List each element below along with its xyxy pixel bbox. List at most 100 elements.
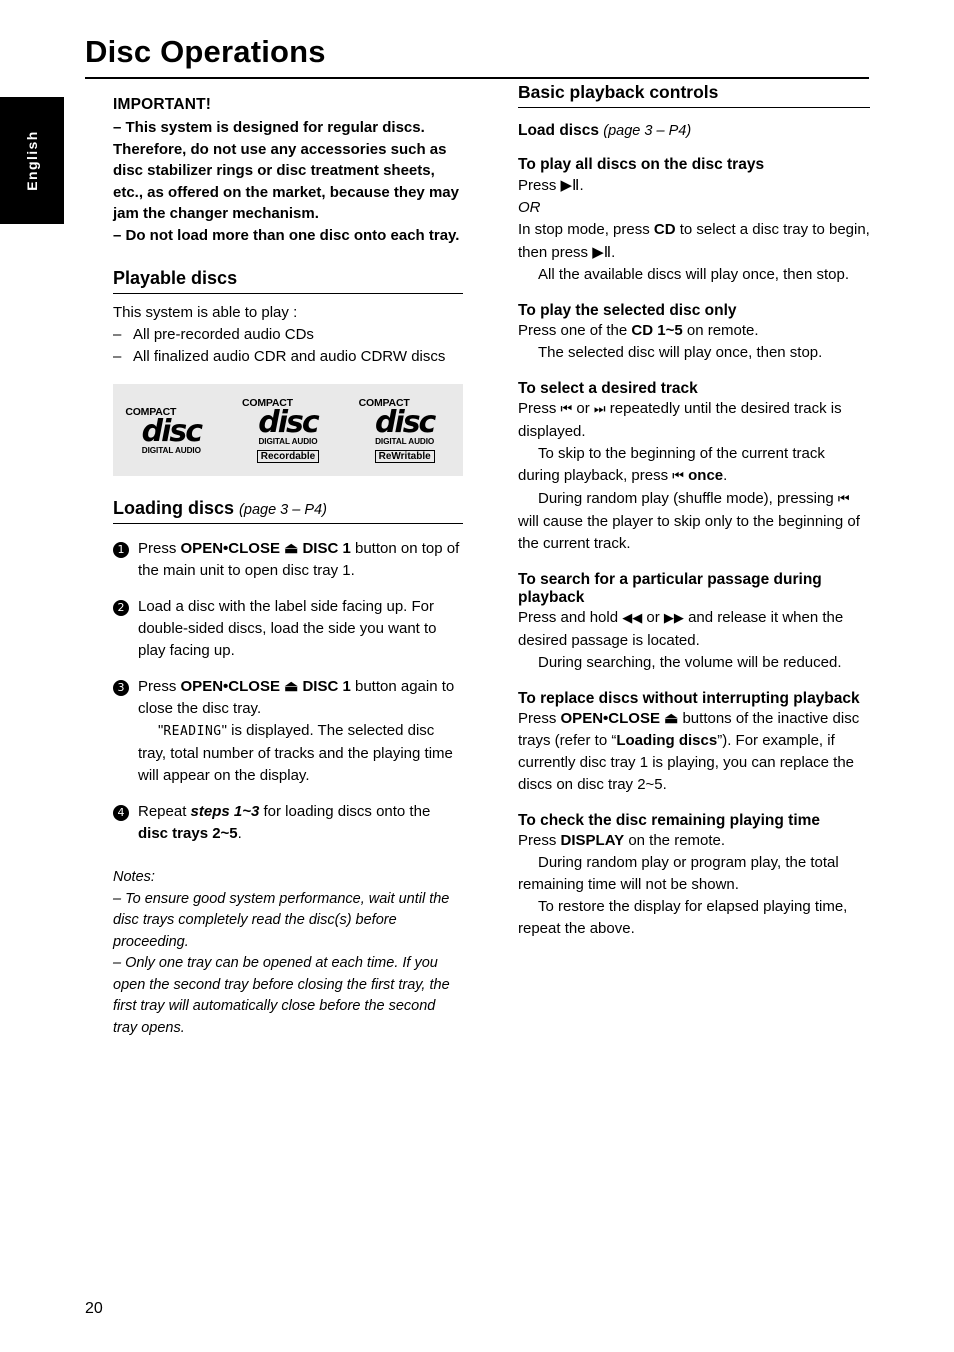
loading-discs-section: Loading discs (page 3 – P4) 1 Press OPEN… bbox=[113, 498, 463, 1039]
loading-step-4: 4 Repeat steps 1~3 for loading discs ont… bbox=[113, 801, 463, 845]
playable-discs-list: – All pre-recorded audio CDs – All finaliz… bbox=[113, 324, 463, 368]
step-text: Press OPEN•CLOSE ⏏ DISC 1 button on top … bbox=[138, 538, 463, 582]
basic-playback-heading: Basic playback controls bbox=[518, 82, 719, 102]
once-label: once bbox=[688, 467, 724, 484]
previous-track-icon: ⏮ bbox=[672, 469, 684, 484]
notes-block: Notes: – To ensure good system performan… bbox=[113, 867, 463, 1039]
loading-discs-reference: Loading discs bbox=[616, 732, 718, 749]
right-column: Basic playback controls Load discs (page… bbox=[518, 82, 870, 940]
important-heading: IMPORTANT! bbox=[113, 96, 212, 113]
remaining-pre: Press bbox=[518, 832, 561, 849]
step-reference-label: steps 1~3 bbox=[190, 803, 260, 820]
select-track-line-1: Press ⏮ or ⏭ repeatedly until the desire… bbox=[518, 398, 870, 443]
loading-step-2: 2 Load a disc with the label side facing… bbox=[113, 596, 463, 662]
play-selected-pre: Press one of the bbox=[518, 322, 632, 339]
play-pause-icon: ▶Ⅱ bbox=[560, 176, 580, 194]
play-selected-post: on remote. bbox=[682, 322, 759, 339]
step-number: 1 bbox=[113, 542, 129, 558]
loading-discs-page-ref: (page 3 – P4) bbox=[239, 502, 327, 518]
display-readout: READING bbox=[163, 724, 222, 739]
play-pause-icon: ▶Ⅱ bbox=[592, 243, 612, 261]
remaining-time-heading: To check the disc remaining playing time bbox=[518, 812, 821, 829]
dash-marker: – bbox=[113, 348, 122, 365]
loading-discs-divider bbox=[113, 523, 463, 524]
search-heading: To search for a particular passage durin… bbox=[518, 571, 822, 606]
step-text-post: . bbox=[237, 825, 242, 842]
cd-logo-audio: COMPACT disc DIGITAL AUDIO bbox=[121, 406, 221, 455]
load-discs-page-ref: (page 3 – P4) bbox=[603, 123, 692, 139]
stop-mode-text: In stop mode, press bbox=[518, 221, 654, 238]
step-button-label: OPEN•CLOSE ⏏ DISC 1 bbox=[180, 540, 351, 557]
replace-line-1: Press OPEN•CLOSE ⏏ buttons of the inacti… bbox=[518, 708, 870, 796]
step-text-pre: Press bbox=[138, 540, 181, 557]
step-text: Load a disc with the label side facing u… bbox=[138, 598, 437, 659]
select-track-heading: To select a desired track bbox=[518, 380, 698, 397]
playable-discs-heading: Playable discs bbox=[113, 268, 238, 288]
playable-discs-intro: This system is able to play : bbox=[113, 304, 298, 321]
search-line-1: Press and hold ◀◀ or ▶▶ and release it w… bbox=[518, 607, 870, 652]
list-item: – All pre-recorded audio CDs bbox=[113, 324, 463, 346]
cd-logo-bottom-label: DIGITAL AUDIO bbox=[375, 436, 435, 446]
play-all-line-1: Press ▶Ⅱ. bbox=[518, 176, 584, 194]
replace-heading: To replace discs without interrupting pl… bbox=[518, 690, 860, 707]
play-selected-line-2: The selected disc will play once, then s… bbox=[538, 344, 823, 361]
page-title: Disc Operations bbox=[85, 34, 326, 69]
playable-discs-section: Playable discs This system is able to pl… bbox=[113, 268, 463, 476]
cd-logo-bottom-label: DIGITAL AUDIO bbox=[141, 445, 201, 455]
left-column: IMPORTANT! – This system is designed for… bbox=[113, 96, 463, 1039]
cd-logo-panel: COMPACT disc DIGITAL AUDIO COMPACT disc … bbox=[113, 384, 463, 476]
open-close-button-label: OPEN•CLOSE ⏏ bbox=[560, 710, 679, 727]
step-text: Press OPEN•CLOSE ⏏ DISC 1 button again t… bbox=[138, 676, 463, 787]
cd-logo-tag: Recordable bbox=[256, 449, 320, 463]
remaining-line-1: Press DISPLAY on the remote. bbox=[518, 830, 870, 852]
cd-disc-icon: disc bbox=[258, 404, 319, 440]
play-selected-line-1: Press one of the CD 1~5 on remote. bbox=[518, 320, 870, 342]
play-all-line-2: In stop mode, press CD to select a disc … bbox=[518, 219, 870, 264]
search-line-2: During searching, the volume will be red… bbox=[538, 654, 842, 671]
remaining-post: on the remote. bbox=[624, 832, 726, 849]
play-all-or: OR bbox=[518, 199, 541, 216]
note-2: – Only one tray can be opened at each ti… bbox=[113, 955, 450, 1036]
cd-logo-bottom-label: DIGITAL AUDIO bbox=[258, 436, 318, 446]
next-track-icon: ⏭ bbox=[593, 402, 606, 417]
cd-disc-icon: disc bbox=[141, 413, 203, 449]
fast-forward-icon: ▶▶ bbox=[663, 611, 684, 626]
replace-pre: Press bbox=[518, 710, 561, 727]
play-selected-heading: To play the selected disc only bbox=[518, 302, 737, 319]
title-divider bbox=[85, 77, 869, 79]
load-discs-label: Load discs bbox=[518, 122, 599, 139]
stop-mode-text-end: . bbox=[611, 244, 616, 261]
language-tab: English bbox=[0, 97, 64, 224]
playable-discs-divider bbox=[113, 293, 463, 294]
loading-step-1: 1 Press OPEN•CLOSE ⏏ DISC 1 button on to… bbox=[113, 538, 463, 582]
cd-logo-rewritable: COMPACT disc DIGITAL AUDIO ReWritable bbox=[355, 397, 455, 464]
important-section: IMPORTANT! – This system is designed for… bbox=[113, 96, 463, 246]
list-item-label: All pre-recorded audio CDs bbox=[133, 326, 314, 343]
notes-label: Notes: bbox=[113, 869, 155, 885]
remaining-line-2: During random play or program play, the … bbox=[518, 854, 839, 893]
dash-marker: – bbox=[113, 326, 122, 343]
basic-playback-divider bbox=[518, 107, 870, 108]
page-number: 20 bbox=[85, 1300, 103, 1317]
step-number: 4 bbox=[113, 805, 129, 821]
loading-discs-heading-text: Loading discs bbox=[113, 498, 235, 518]
cd-logo-recordable: COMPACT disc DIGITAL AUDIO Recordable bbox=[238, 397, 338, 464]
note-1: – To ensure good system performance, wai… bbox=[113, 890, 450, 950]
loading-discs-heading: Loading discs (page 3 – P4) bbox=[113, 498, 463, 519]
step-text-pre: Repeat bbox=[138, 803, 191, 820]
display-button-label: DISPLAY bbox=[560, 832, 625, 849]
select-track-mid: or bbox=[572, 400, 594, 417]
skip-text-post: . bbox=[723, 467, 728, 484]
step-text-pre: Press bbox=[138, 678, 181, 695]
language-tab-label: English bbox=[24, 130, 40, 191]
previous-track-icon: ⏮ bbox=[837, 492, 850, 507]
previous-track-icon: ⏮ bbox=[560, 402, 573, 417]
select-track-pre: Press bbox=[518, 400, 561, 417]
select-track-line-2: To skip to the beginning of the current … bbox=[518, 443, 870, 488]
list-item-label: All finalized audio CDR and audio CDRW d… bbox=[133, 348, 446, 365]
search-mid: or bbox=[642, 609, 664, 626]
load-discs-subheading: Load discs (page 3 – P4) bbox=[518, 122, 870, 140]
search-pre: Press and hold bbox=[518, 609, 623, 626]
loading-step-3: 3 Press OPEN•CLOSE ⏏ DISC 1 button again… bbox=[113, 676, 463, 787]
cd-button-label: CD bbox=[653, 221, 676, 238]
